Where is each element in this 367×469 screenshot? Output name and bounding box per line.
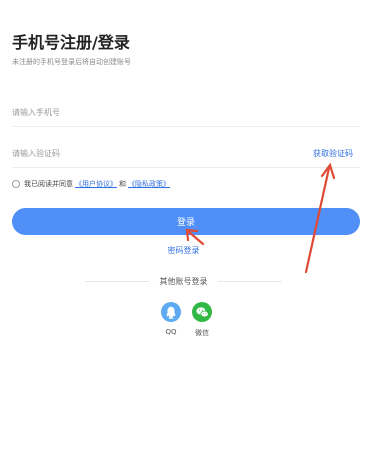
wechat-label: 微信: [195, 329, 209, 337]
wechat-icon: [192, 302, 212, 322]
phone-field: [12, 100, 360, 127]
wechat-login-button[interactable]: 微信: [182, 302, 222, 338]
privacy-policy-link[interactable]: 《隐私政策》: [128, 179, 170, 189]
other-login-label: 其他账号登录: [159, 277, 208, 286]
code-input[interactable]: [12, 141, 272, 165]
page-subtitle: 未注册的手机号登录后将自动创建账号: [12, 58, 131, 66]
page-title: 手机号注册/登录: [12, 33, 130, 52]
code-field: 获取验证码: [12, 141, 360, 168]
user-agreement-link[interactable]: 《用户协议》: [75, 179, 117, 189]
agreement-checkbox[interactable]: [12, 180, 20, 188]
login-button-label: 登录: [176, 218, 195, 228]
agreement-row: 我已阅读并同意 《用户协议》 和 《隐私政策》: [12, 179, 172, 189]
agreement-prefix: 我已阅读并同意: [24, 180, 73, 188]
get-code-button[interactable]: 获取验证码: [313, 148, 353, 159]
agreement-and: 和: [119, 180, 126, 188]
password-login-link[interactable]: 密码登录: [0, 245, 367, 256]
qq-icon: [161, 302, 181, 322]
phone-input[interactable]: [12, 100, 272, 124]
login-button[interactable]: 登录: [12, 208, 360, 235]
